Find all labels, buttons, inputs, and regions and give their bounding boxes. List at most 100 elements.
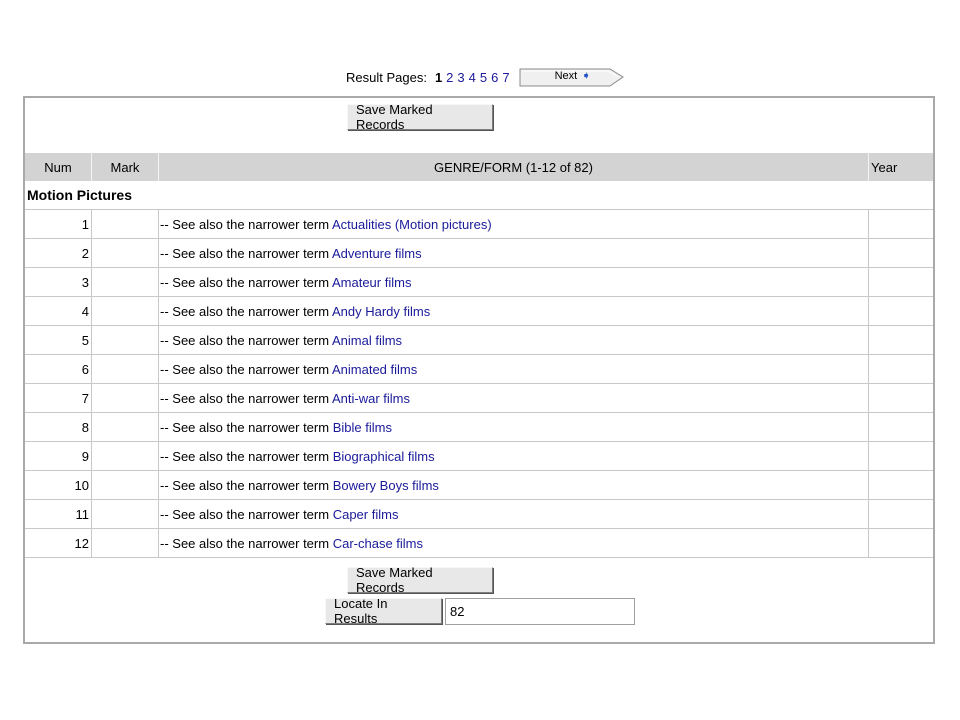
column-header-num: Num	[25, 153, 92, 181]
narrower-term-link[interactable]: Anti-war films	[332, 391, 410, 406]
genre-cell: -- See also the narrower term Bible film…	[158, 412, 869, 442]
row-number: 4	[25, 296, 92, 326]
locate-in-results-button[interactable]: Locate In Results	[325, 596, 442, 626]
narrower-term-link[interactable]: Adventure films	[332, 246, 422, 261]
column-header-mark: Mark	[91, 153, 159, 181]
pagination: Result Pages: 1 2 3 4 5 6 7 Next ➧	[346, 66, 625, 88]
see-also-prefix: -- See also the narrower term	[160, 535, 330, 551]
pagination-label: Result Pages:	[346, 69, 427, 85]
page-link-7[interactable]: 7	[502, 70, 509, 85]
genre-cell: -- See also the narrower term Car-chase …	[158, 528, 869, 558]
table-row: 11 -- See also the narrower term Caper fi…	[25, 499, 933, 529]
row-number: 10	[25, 470, 92, 500]
table-row: 3 -- See also the narrower term Amateur f…	[25, 267, 933, 297]
row-number: 6	[25, 354, 92, 384]
narrower-term-link[interactable]: Bowery Boys films	[333, 478, 439, 493]
genre-cell: -- See also the narrower term Animal fil…	[158, 325, 869, 355]
row-number: 2	[25, 238, 92, 268]
narrower-term-link[interactable]: Caper films	[333, 507, 399, 522]
year-cell	[868, 267, 933, 297]
see-also-prefix: -- See also the narrower term	[160, 303, 330, 319]
mark-cell	[91, 528, 159, 558]
narrower-term-link[interactable]: Car-chase films	[333, 536, 423, 551]
row-number: 11	[25, 499, 92, 529]
see-also-prefix: -- See also the narrower term	[160, 274, 330, 290]
next-page-button[interactable]: Next ➧	[518, 66, 625, 88]
mark-cell	[91, 441, 159, 471]
table-row: 12 -- See also the narrower term Car-chas…	[25, 528, 933, 558]
row-number: 3	[25, 267, 92, 297]
year-cell	[868, 528, 933, 558]
see-also-prefix: -- See also the narrower term	[160, 361, 330, 377]
see-also-prefix: -- See also the narrower term	[160, 477, 330, 493]
row-number: 1	[25, 209, 92, 239]
year-cell	[868, 499, 933, 529]
page-link-2[interactable]: 2	[446, 70, 453, 85]
see-also-prefix: -- See also the narrower term	[160, 419, 330, 435]
page-link-4[interactable]: 4	[469, 70, 476, 85]
row-number: 12	[25, 528, 92, 558]
see-also-prefix: -- See also the narrower term	[160, 390, 330, 406]
mark-cell	[91, 354, 159, 384]
table-row: 6 -- See also the narrower term Animated …	[25, 354, 933, 384]
narrower-term-link[interactable]: Bible films	[333, 420, 392, 435]
mark-cell	[91, 470, 159, 500]
row-number: 9	[25, 441, 92, 471]
year-cell	[868, 354, 933, 384]
section-heading: Motion Pictures	[25, 181, 933, 210]
table-header-row: Num Mark GENRE/FORM (1-12 of 82) Year	[25, 153, 933, 181]
table-row: 1 -- See also the narrower term Actualiti…	[25, 209, 933, 239]
locate-input[interactable]	[445, 598, 635, 625]
page-link-3[interactable]: 3	[457, 70, 464, 85]
section-heading-row: Motion Pictures	[25, 181, 933, 210]
see-also-prefix: -- See also the narrower term	[160, 216, 330, 232]
see-also-prefix: -- See also the narrower term	[160, 245, 330, 261]
results-panel: Save Marked Records Num Mark GENRE/FORM …	[23, 96, 935, 644]
genre-cell: -- See also the narrower term Biographic…	[158, 441, 869, 471]
year-cell	[868, 412, 933, 442]
narrower-term-link[interactable]: Animated films	[332, 362, 417, 377]
page-link-5[interactable]: 5	[480, 70, 487, 85]
narrower-term-link[interactable]: Biographical films	[333, 449, 435, 464]
year-cell	[868, 209, 933, 239]
year-cell	[868, 238, 933, 268]
year-cell	[868, 470, 933, 500]
genre-cell: -- See also the narrower term Caper film…	[158, 499, 869, 529]
mark-cell	[91, 267, 159, 297]
mark-cell	[91, 296, 159, 326]
table-row: 4 -- See also the narrower term Andy Hard…	[25, 296, 933, 326]
see-also-prefix: -- See also the narrower term	[160, 506, 330, 522]
narrower-term-link[interactable]: Andy Hardy films	[332, 304, 430, 319]
mark-cell	[91, 238, 159, 268]
genre-cell: -- See also the narrower term Actualitie…	[158, 209, 869, 239]
year-cell	[868, 383, 933, 413]
page-link-1[interactable]: 1	[435, 70, 442, 85]
genre-cell: -- See also the narrower term Animated f…	[158, 354, 869, 384]
genre-cell: -- See also the narrower term Bowery Boy…	[158, 470, 869, 500]
mark-cell	[91, 412, 159, 442]
save-marked-records-button-bottom[interactable]: Save Marked Records	[347, 565, 493, 595]
table-row: 10 -- See also the narrower term Bowery B…	[25, 470, 933, 500]
narrower-term-link[interactable]: Actualities (Motion pictures)	[332, 217, 492, 232]
mark-cell	[91, 209, 159, 239]
genre-cell: -- See also the narrower term Amateur fi…	[158, 267, 869, 297]
mark-cell	[91, 325, 159, 355]
year-cell	[868, 325, 933, 355]
results-table: Num Mark GENRE/FORM (1-12 of 82) Year Mo…	[25, 153, 933, 558]
see-also-prefix: -- See also the narrower term	[160, 448, 330, 464]
narrower-term-link[interactable]: Animal films	[332, 333, 402, 348]
mark-cell	[91, 499, 159, 529]
genre-cell: -- See also the narrower term Adventure …	[158, 238, 869, 268]
column-header-genre: GENRE/FORM (1-12 of 82)	[158, 153, 869, 181]
save-marked-records-button-top[interactable]: Save Marked Records	[347, 102, 493, 132]
narrower-term-link[interactable]: Amateur films	[332, 275, 411, 290]
mark-cell	[91, 383, 159, 413]
year-cell	[868, 441, 933, 471]
page-link-6[interactable]: 6	[491, 70, 498, 85]
table-row: 7 -- See also the narrower term Anti-war …	[25, 383, 933, 413]
column-header-year: Year	[868, 153, 933, 181]
table-row: 5 -- See also the narrower term Animal fi…	[25, 325, 933, 355]
next-label: Next	[554, 70, 578, 82]
row-number: 7	[25, 383, 92, 413]
row-number: 8	[25, 412, 92, 442]
